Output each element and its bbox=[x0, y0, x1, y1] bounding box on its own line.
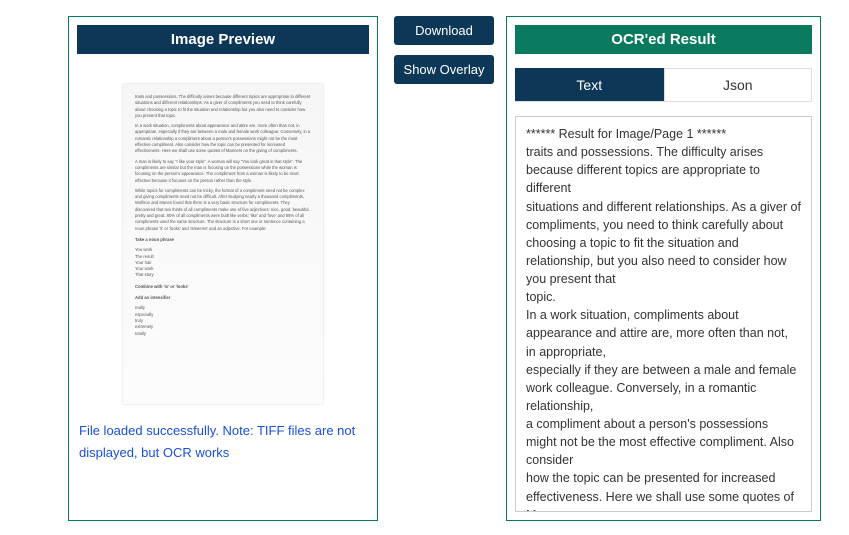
action-buttons-column: Download Show Overlay bbox=[394, 16, 494, 94]
image-preview-panel: Image Preview traits and possessions. Th… bbox=[68, 16, 378, 521]
ocr-text-output[interactable]: ****** Result for Image/Page 1 ****** tr… bbox=[515, 116, 812, 512]
result-tabs: Text Json bbox=[515, 68, 812, 102]
tab-json[interactable]: Json bbox=[664, 68, 813, 101]
image-preview-header: Image Preview bbox=[77, 25, 369, 54]
tab-text[interactable]: Text bbox=[515, 68, 664, 101]
document-preview-thumbnail: traits and possessions. The difficulty a… bbox=[123, 84, 323, 404]
ocr-result-panel: OCR'ed Result Text Json ****** Result fo… bbox=[506, 16, 821, 521]
file-status-message: File loaded successfully. Note: TIFF fil… bbox=[77, 414, 369, 468]
download-button[interactable]: Download bbox=[394, 16, 494, 45]
show-overlay-button[interactable]: Show Overlay bbox=[394, 55, 494, 84]
ocr-result-header: OCR'ed Result bbox=[515, 25, 812, 54]
